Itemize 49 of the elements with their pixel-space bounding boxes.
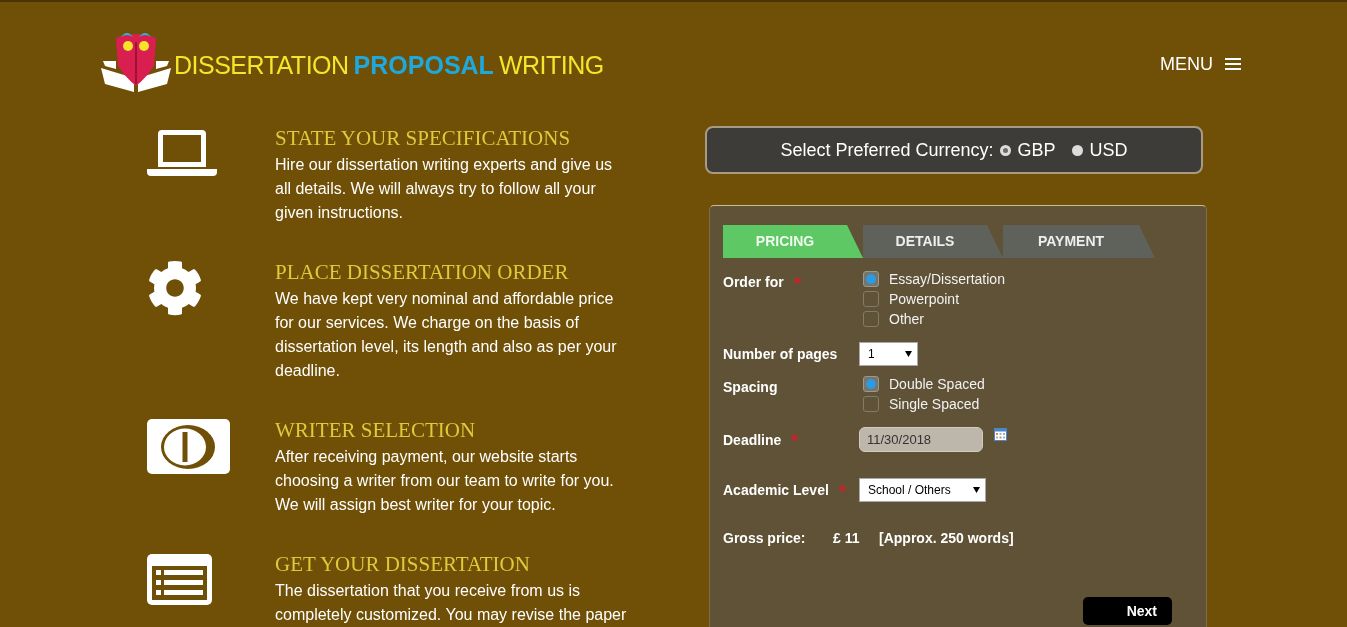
step-heading: WRITER SELECTION <box>275 417 477 443</box>
dropdown-select[interactable]: 1 <box>859 342 918 366</box>
option-label: Other <box>889 310 924 329</box>
logo-text: PROPOSAL <box>353 50 494 80</box>
currency-radio[interactable] <box>999 144 1011 156</box>
laptop-icon <box>147 130 217 176</box>
calendar-icon[interactable] <box>994 428 1007 441</box>
field-label: Spacing <box>723 378 778 397</box>
logo-text: WRITING <box>498 50 604 80</box>
date-field[interactable]: 11/30/2018 <box>859 427 983 452</box>
option-checkbox[interactable] <box>863 271 879 287</box>
step-heading: PLACE DISSERTATION ORDER <box>275 259 570 285</box>
option-checkbox[interactable] <box>863 396 879 412</box>
currency-option-label: GBP <box>1017 139 1056 161</box>
option-label: Powerpoint <box>889 290 960 309</box>
price-amount: £ 11 <box>833 528 861 548</box>
step-heading: GET YOUR DISSERTATION <box>275 551 531 577</box>
caret-down-icon <box>905 351 912 357</box>
word-count-note: [Approx. 250 words] <box>879 528 1014 548</box>
menu-icon <box>1225 58 1241 70</box>
gear-icon <box>147 260 203 316</box>
option-label: Double Spaced <box>889 375 985 394</box>
step-heading: STATE YOUR SPECIFICATIONS <box>275 125 572 151</box>
field-label: Academic Level <box>723 481 829 500</box>
dropdown-select[interactable]: School / Others <box>859 478 986 502</box>
menu-button[interactable]: MENU <box>1160 54 1241 74</box>
currency-radio[interactable] <box>1071 144 1083 156</box>
next-button[interactable]: Next <box>1083 597 1172 625</box>
field-label: Number of pages <box>723 345 838 364</box>
option-checkbox[interactable] <box>863 291 879 307</box>
caret-down-icon <box>972 487 980 493</box>
step-description: After receiving payment, our website starts choosing a writer from our team to write for you. We will assign best writer for your topic. <box>275 447 615 515</box>
form-tab[interactable]: DETAILS <box>863 225 1003 258</box>
currency-label: Select Preferred Currency: <box>780 139 994 161</box>
option-checkbox[interactable] <box>863 311 879 327</box>
list-icon <box>147 554 212 605</box>
option-label: Single Spaced <box>889 395 980 414</box>
price-label: Gross price: <box>723 528 807 548</box>
step-description: The dissertation that you receive from us is completely customized. You may revise the paper <box>275 581 628 625</box>
currency-option-label: USD <box>1089 139 1128 161</box>
field-label: Deadline <box>723 430 782 450</box>
field-label: Order for <box>723 273 784 292</box>
credit-card-icon <box>147 419 230 474</box>
form-tab[interactable]: PAYMENT <box>1003 225 1155 258</box>
option-checkbox[interactable] <box>863 376 879 392</box>
step-description: Hire our dissertation writing experts and give us all details. We will always try to follow all your given instructions. <box>275 155 614 223</box>
step-description: We have kept very nominal and affordable price for our services. We charge on the basis of dissertation level, its length and also as per your deadline. <box>275 289 618 381</box>
option-label: Essay/Dissertation <box>889 270 1005 289</box>
logo-text: DISSERTATION <box>174 50 349 80</box>
